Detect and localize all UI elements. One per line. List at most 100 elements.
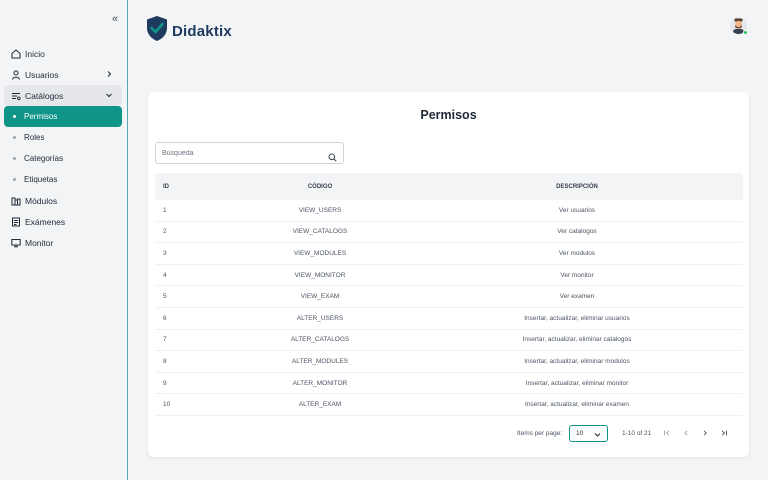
items-per-page-select[interactable]: 10 xyxy=(569,425,608,442)
sidebar-item-label: Permisos xyxy=(24,112,58,121)
sidebar-item-roles[interactable]: Roles xyxy=(4,127,122,148)
cell-description: Insertar, actualizar, eliminar modulos xyxy=(524,357,630,365)
home-icon xyxy=(11,48,21,59)
cell-code: VIEW_EXAM xyxy=(300,293,340,301)
user-icon xyxy=(11,70,21,80)
column-header-description[interactable]: DESCRIPCIÓN xyxy=(435,184,743,190)
monitor-icon xyxy=(11,238,21,248)
cell-id: 1 xyxy=(163,206,167,214)
cell-code: ALTER_USERS xyxy=(296,314,344,322)
chevron-down-icon xyxy=(594,431,601,438)
table-row[interactable]: 3 VIEW_MODULES Ver modulos xyxy=(155,243,743,265)
table-row[interactable]: 8 ALTER_MODULES Insertar, actualizar, elim… xyxy=(155,351,743,373)
sidebar-item-categorias[interactable]: Categorías xyxy=(4,148,122,169)
catalog-icon xyxy=(11,91,21,101)
cell-description: Insertar, actualizar, eliminar monitor xyxy=(525,379,629,387)
sidebar-item-modulos[interactable]: Módulos xyxy=(4,190,122,211)
cell-code: ALTER_MODULES xyxy=(291,357,349,365)
sidebar-item-permisos[interactable]: Permisos xyxy=(4,106,122,127)
pagination: Items per page: 10 1-10 of 21 xyxy=(148,424,749,444)
sidebar-item-usuarios[interactable]: Usuarios xyxy=(4,64,122,85)
cell-id: 3 xyxy=(163,249,167,257)
table-row[interactable]: 4 VIEW_MONITOR Ver monitor xyxy=(155,265,743,287)
cell-code: ALTER_EXAM xyxy=(298,401,342,409)
cell-code: ALTER_MONITOR xyxy=(292,379,348,387)
permissions-table: ID CÓDIGO DESCRIPCIÓN 1 VIEW_USERS Ver usu… xyxy=(155,173,743,416)
collapse-sidebar-icon[interactable]: « xyxy=(112,13,118,25)
chevron-right-icon xyxy=(105,70,113,78)
sidebar-item-catalogos[interactable]: Catálogos xyxy=(4,85,122,106)
sidebar-item-etiquetas[interactable]: Etiquetas xyxy=(4,169,122,190)
app-name: Didaktix xyxy=(172,22,232,40)
cell-id: 10 xyxy=(163,401,171,409)
cell-description: Ver monitor xyxy=(560,271,594,279)
sidebar-item-label: Usuarios xyxy=(25,69,59,80)
search-box[interactable] xyxy=(155,142,344,164)
app-logo[interactable]: Didaktix xyxy=(146,15,232,47)
sidebar-item-label: Roles xyxy=(24,133,45,142)
sidebar-item-label: Catálogos xyxy=(25,90,64,101)
bullet-icon xyxy=(13,136,16,139)
next-page-icon[interactable] xyxy=(700,428,710,438)
cell-description: Ver examen xyxy=(559,293,595,301)
cell-id: 4 xyxy=(163,271,167,279)
sidebar-item-label: Etiquetas xyxy=(24,175,58,184)
cell-description: Ver usuarios xyxy=(558,206,596,214)
column-header-id[interactable]: ID xyxy=(155,184,205,190)
cell-id: 9 xyxy=(163,379,167,387)
bullet-icon xyxy=(13,157,16,160)
cell-description: Insertar, actualizar, eliminar examen xyxy=(524,401,630,409)
table-header: ID CÓDIGO DESCRIPCIÓN xyxy=(155,173,743,200)
table-row[interactable]: 10 ALTER_EXAM Insertar, actualizar, elimin… xyxy=(155,394,743,416)
bullet-icon xyxy=(13,115,16,118)
search-icon[interactable] xyxy=(328,149,337,162)
sidebar-item-label: Categorías xyxy=(24,154,64,163)
sidebar-item-label: Monitor xyxy=(25,237,54,248)
items-per-page-value: 10 xyxy=(576,430,584,437)
cell-code: VIEW_CATALOGS xyxy=(292,228,348,236)
page-title: Permisos xyxy=(420,108,477,122)
table-row[interactable]: 1 VIEW_USERS Ver usuarios xyxy=(155,200,743,222)
cell-code: VIEW_MONITOR xyxy=(294,271,346,279)
sidebar-nav: Inicio Usuarios Catálogos Permisos Roles… xyxy=(4,43,122,253)
page-range-label: 1-10 of 21 xyxy=(622,430,652,437)
cell-code: VIEW_MODULES xyxy=(293,249,347,257)
exam-icon xyxy=(11,217,21,227)
cell-id: 6 xyxy=(163,314,167,322)
cell-id: 8 xyxy=(163,357,167,365)
table-body: 1 VIEW_USERS Ver usuarios 2 VIEW_CATALOGS Ver… xyxy=(155,200,743,416)
table-row[interactable]: 5 VIEW_EXAM Ver examen xyxy=(155,286,743,308)
previous-page-icon[interactable] xyxy=(681,428,691,438)
sidebar-item-inicio[interactable]: Inicio xyxy=(4,43,122,64)
column-header-code[interactable]: CÓDIGO xyxy=(205,184,435,190)
cell-id: 7 xyxy=(163,336,167,344)
table-row[interactable]: 2 VIEW_CATALOGS Ver catalogos xyxy=(155,222,743,244)
last-page-icon[interactable] xyxy=(719,428,729,438)
table-row[interactable]: 9 ALTER_MONITOR Insertar, actualizar, elim… xyxy=(155,373,743,395)
cell-code: VIEW_USERS xyxy=(298,206,342,214)
table-row[interactable]: 6 ALTER_USERS Insertar, actualizar, elimin… xyxy=(155,308,743,330)
sidebar-item-monitor[interactable]: Monitor xyxy=(4,232,122,253)
bullet-icon xyxy=(13,178,16,181)
cell-description: Ver catalogos xyxy=(557,228,597,236)
cell-code: ALTER_CATALOGS xyxy=(290,336,350,344)
cell-id: 2 xyxy=(163,228,167,236)
sidebar-item-examenes[interactable]: Exámenes xyxy=(4,211,122,232)
table-row[interactable]: 7 ALTER_CATALOGS Insertar, actualizar, eli… xyxy=(155,330,743,352)
items-per-page-label: Items per page: xyxy=(517,430,563,437)
cell-description: Ver modulos xyxy=(558,249,596,257)
cell-id: 5 xyxy=(163,293,167,301)
permissions-card: Permisos ID CÓDIGO DESCRIPCIÓN 1 VIEW_USE… xyxy=(148,92,749,457)
sidebar-item-label: Exámenes xyxy=(25,216,66,227)
shield-logo-icon xyxy=(146,15,168,47)
search-input[interactable] xyxy=(156,149,316,157)
modules-icon xyxy=(11,196,21,206)
sidebar: « Inicio Usuarios Catálogos Permisos Rol… xyxy=(0,0,128,480)
online-status-indicator xyxy=(743,30,748,35)
sidebar-item-label: Módulos xyxy=(25,195,58,206)
chevron-down-icon xyxy=(105,91,113,99)
cell-description: Insertar, actualizar, eliminar catalogos xyxy=(522,336,632,344)
first-page-icon[interactable] xyxy=(662,428,672,438)
sidebar-item-label: Inicio xyxy=(25,48,45,59)
cell-description: Insertar, actualizar, eliminar usuarios xyxy=(524,314,630,322)
